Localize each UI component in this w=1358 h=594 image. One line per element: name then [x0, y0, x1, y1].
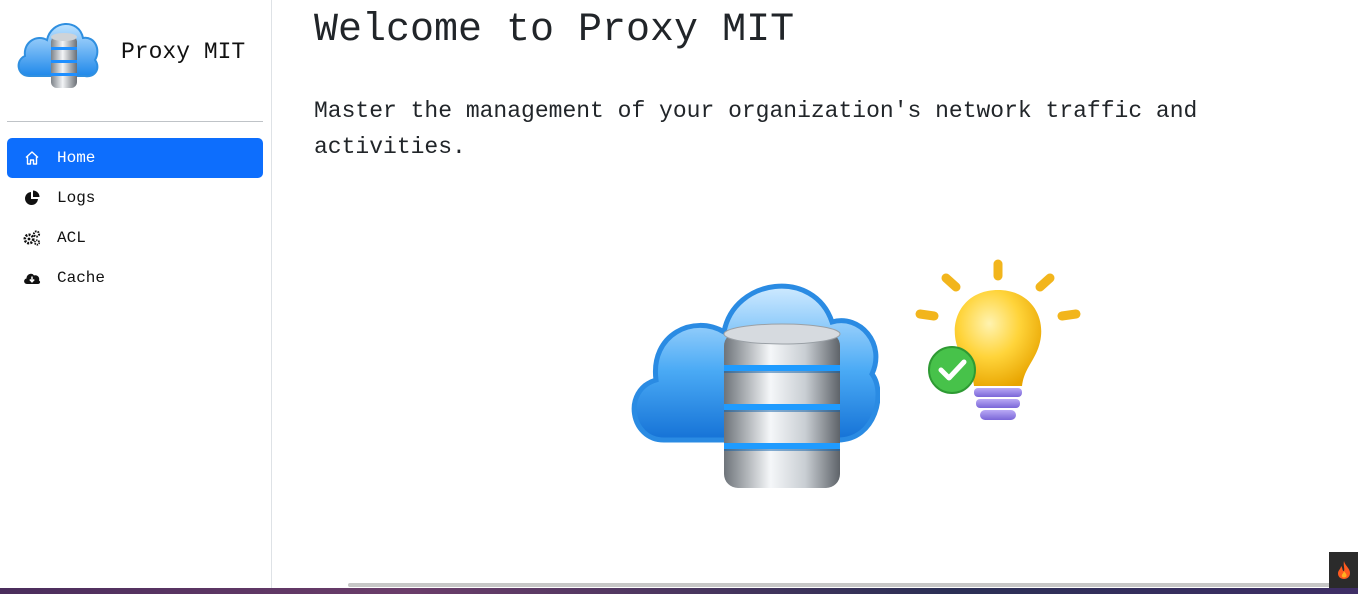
- brand[interactable]: Proxy MIT: [15, 14, 265, 90]
- sidebar-item-label: Logs: [57, 189, 96, 207]
- sidebar-item-home[interactable]: Home: [7, 138, 263, 178]
- brand-title: Proxy MIT: [121, 39, 246, 65]
- app-window: Proxy MIT Home Logs ACL Cache Welcome to…: [0, 0, 1358, 594]
- sidebar-divider: [7, 121, 263, 122]
- pie-chart-icon: [23, 189, 41, 207]
- sidebar-item-cache[interactable]: Cache: [7, 258, 263, 298]
- sidebar-item-logs[interactable]: Logs: [7, 178, 263, 218]
- sidebar-item-label: Cache: [57, 269, 106, 287]
- sidebar-nav: Home Logs ACL Cache: [7, 138, 263, 298]
- gears-icon: [23, 229, 41, 247]
- sidebar-item-label: Home: [57, 149, 96, 167]
- lightbulb-check-icon: [915, 259, 1081, 420]
- horizontal-scrollbar[interactable]: [348, 583, 1336, 587]
- sidebar: Proxy MIT Home Logs ACL Cache: [0, 0, 272, 588]
- sidebar-item-acl[interactable]: ACL: [7, 218, 263, 258]
- home-icon: [23, 149, 41, 167]
- flame-icon[interactable]: [1329, 552, 1358, 588]
- page-title: Welcome to Proxy MIT: [314, 8, 795, 53]
- sidebar-item-label: ACL: [57, 229, 86, 247]
- cloud-database-icon: [631, 283, 880, 488]
- cloud-download-icon: [23, 269, 41, 287]
- cloud-database-icon: [17, 23, 99, 88]
- taskbar-strip: [0, 588, 1358, 594]
- lead-text: Master the management of your organizati…: [314, 98, 1198, 160]
